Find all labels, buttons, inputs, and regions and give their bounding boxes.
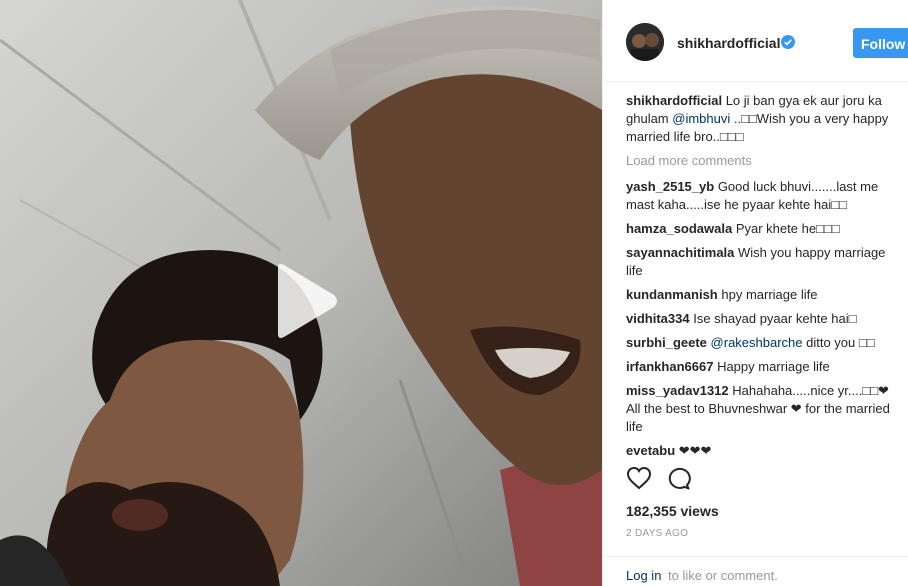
caption: shikhardofficial Lo ji ban gya ek aur jo… <box>626 92 904 146</box>
comment-username[interactable]: kundanmanish <box>626 287 718 302</box>
post-sidebar: shikhardofficial Follow shikhardofficial… <box>602 0 908 586</box>
caption-username[interactable]: shikhardofficial <box>626 93 722 108</box>
comment-text: Happy marriage life <box>717 359 830 374</box>
comment-text: Ise shayad pyaar kehte hai□ <box>693 311 857 326</box>
comment-username[interactable]: evetabu <box>626 443 675 457</box>
post-date[interactable]: 2 DAYS AGO <box>626 528 688 539</box>
verified-badge-icon <box>781 35 795 49</box>
post-actions <box>626 466 706 494</box>
views-count[interactable]: 182,355 views <box>626 503 719 519</box>
comment-item: vidhita334 Ise shayad pyaar kehte hai□ <box>626 310 904 328</box>
load-more-comments-link[interactable]: Load more comments <box>626 152 904 170</box>
comment-text: Pyar khete he□□□ <box>735 221 840 236</box>
login-link[interactable]: Log in <box>626 568 661 583</box>
comment-item: hamza_sodawala Pyar khete he□□□ <box>626 220 904 238</box>
comment-username[interactable]: vidhita334 <box>626 311 690 326</box>
comment-item: irfankhan6667 Happy marriage life <box>626 358 904 376</box>
follow-button[interactable]: Follow <box>853 28 908 58</box>
comment-mention[interactable]: @rakeshbarche <box>711 335 803 350</box>
comment-item: miss_yadav1312 Hahahaha.....nice yr....□… <box>626 382 904 436</box>
post-video[interactable] <box>0 0 602 586</box>
post-author-username[interactable]: shikhardofficial <box>677 35 780 51</box>
comment-text: hpy marriage life <box>721 287 818 302</box>
comment-username[interactable]: miss_yadav1312 <box>626 383 729 398</box>
play-icon[interactable] <box>268 262 340 340</box>
caption-mention[interactable]: @imbhuvi <box>672 111 730 126</box>
login-prompt-text: to like or comment. <box>668 568 778 583</box>
comment-item: kundanmanish hpy marriage life <box>626 286 904 304</box>
comment-item: surbhi_geete @rakeshbarche ditto you □□ <box>626 334 904 352</box>
comment-username[interactable]: yash_2515_yb <box>626 179 714 194</box>
comment-text: ❤❤❤ <box>678 443 712 457</box>
avatar[interactable] <box>626 23 664 61</box>
comment-item: yash_2515_yb Good luck bhuvi.......last … <box>626 178 904 214</box>
comment-username[interactable]: hamza_sodawala <box>626 221 732 236</box>
comment-icon[interactable] <box>666 466 694 494</box>
comment-username[interactable]: surbhi_geete <box>626 335 707 350</box>
comment-item: evetabu ❤❤❤ <box>626 442 904 457</box>
comment-username[interactable]: sayannachitimala <box>626 245 734 260</box>
instagram-post: shikhardofficial Follow shikhardofficial… <box>0 0 908 586</box>
comment-text: ditto you □□ <box>802 335 875 350</box>
comment-username[interactable]: irfankhan6667 <box>626 359 713 374</box>
heart-icon[interactable] <box>626 466 654 494</box>
post-footer: Log in to like or comment. <box>603 556 908 586</box>
comments-list: shikhardofficial Lo ji ban gya ek aur jo… <box>626 92 904 457</box>
post-header: shikhardofficial Follow <box>603 0 908 82</box>
comment-item: sayannachitimala Wish you happy marriage… <box>626 244 904 280</box>
